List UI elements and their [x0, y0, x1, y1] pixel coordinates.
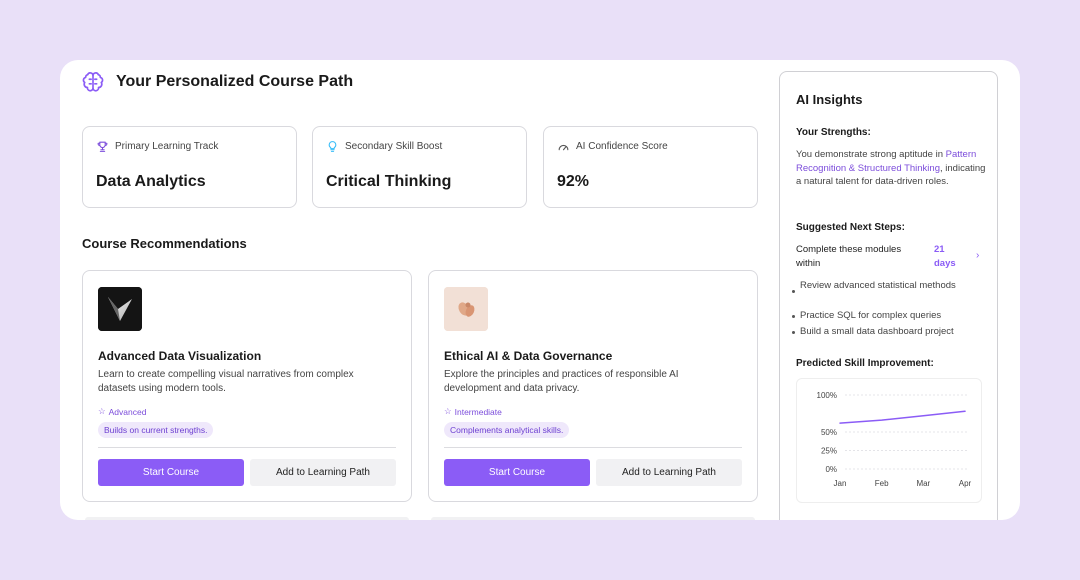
divider [98, 447, 396, 448]
brain-icon [82, 72, 104, 92]
course-description: Learn to create compelling visual narrat… [98, 369, 354, 394]
course-title: Advanced Data Visualization [98, 349, 262, 363]
course-card: Ethical AI & Data Governance Explore the… [428, 270, 758, 502]
lightbulb-icon [328, 141, 337, 152]
list-item: Practice SQL for complex queries [792, 310, 941, 321]
course-level: ☆ Intermediate [444, 406, 502, 417]
stat-value: 92% [557, 173, 590, 190]
stat-card-secondary-skill: Secondary Skill Boost Critical Thinking [312, 126, 527, 208]
list-item: Review advanced statistical methods [792, 280, 956, 293]
course-tag: Builds on current strengths. [98, 422, 214, 438]
course-title: Ethical AI & Data Governance [444, 349, 613, 363]
next-steps-text: Complete these modules within [796, 244, 902, 269]
x-tick-label: Jan [834, 479, 847, 488]
course-path-panel: Your Personalized Course Path Primary Le… [60, 60, 1020, 520]
stat-card-confidence: AI Confidence Score 92% [543, 126, 758, 208]
trophy-icon [97, 141, 108, 152]
predicted-heading: Predicted Skill Improvement: [796, 358, 934, 369]
stat-label: Secondary Skill Boost [345, 141, 443, 152]
course-card: Advanced Data Visualization Learn to cre… [82, 270, 412, 502]
stat-value: Data Analytics [96, 173, 206, 190]
y-tick-label: 0% [825, 465, 837, 474]
course-level-label: Advanced [108, 406, 147, 417]
y-tick-label: 25% [821, 447, 837, 456]
course-level-label: Intermediate [454, 406, 502, 417]
add-to-learning-path-button[interactable]: Add to Learning Path [596, 459, 742, 486]
strengths-heading: Your Strengths: [796, 127, 871, 138]
page-title: Your Personalized Course Path [116, 73, 354, 90]
stat-label: AI Confidence Score [576, 141, 668, 152]
add-to-learning-path-button[interactable]: Add to Learning Path [250, 459, 396, 486]
x-tick-label: Apr [959, 479, 972, 488]
star-icon: ☆ [98, 406, 106, 416]
series-line [839, 410, 966, 424]
page-header: Your Personalized Course Path [82, 70, 353, 94]
ai-insights-panel: AI Insights Your Strengths: You demonstr… [779, 71, 998, 520]
course-thumbnail [444, 287, 488, 331]
stat-value: Critical Thinking [326, 173, 452, 190]
stat-label: Primary Learning Track [115, 141, 219, 152]
course-thumbnail [98, 287, 142, 331]
star-icon: ☆ [444, 406, 452, 416]
course-tag: Complements analytical skills. [444, 422, 570, 438]
line-chart: 100% 50% 25% 0% Jan Feb Mar Apr [817, 391, 972, 488]
x-tick-label: Mar [916, 479, 930, 488]
start-course-button[interactable]: Start Course [98, 459, 244, 486]
next-steps-row[interactable]: Complete these modules within 21 days › [796, 243, 986, 271]
strengths-text: You demonstrate strong aptitude in Patte… [796, 149, 986, 187]
course-card-next-peek [431, 517, 755, 520]
next-steps-days: 21 days [934, 244, 956, 269]
gauge-icon [558, 144, 569, 151]
divider [444, 447, 742, 448]
y-tick-label: 100% [817, 391, 837, 400]
skill-improvement-chart: 100% 50% 25% 0% Jan Feb Mar Apr [796, 378, 982, 503]
insights-title: AI Insights [796, 92, 863, 107]
x-tick-label: Feb [875, 479, 889, 488]
course-description: Explore the principles and practices of … [444, 369, 679, 394]
course-card-next-peek [85, 517, 409, 520]
chevron-right-icon[interactable]: › [976, 250, 979, 261]
recommendations-title: Course Recommendations [82, 236, 247, 251]
y-tick-label: 50% [821, 428, 837, 437]
list-item: Build a small data dashboard project [792, 326, 954, 337]
next-steps-heading: Suggested Next Steps: [796, 222, 905, 233]
start-course-button[interactable]: Start Course [444, 459, 590, 486]
stat-card-primary-track: Primary Learning Track Data Analytics [82, 126, 297, 208]
course-level: ☆ Advanced [98, 406, 146, 417]
